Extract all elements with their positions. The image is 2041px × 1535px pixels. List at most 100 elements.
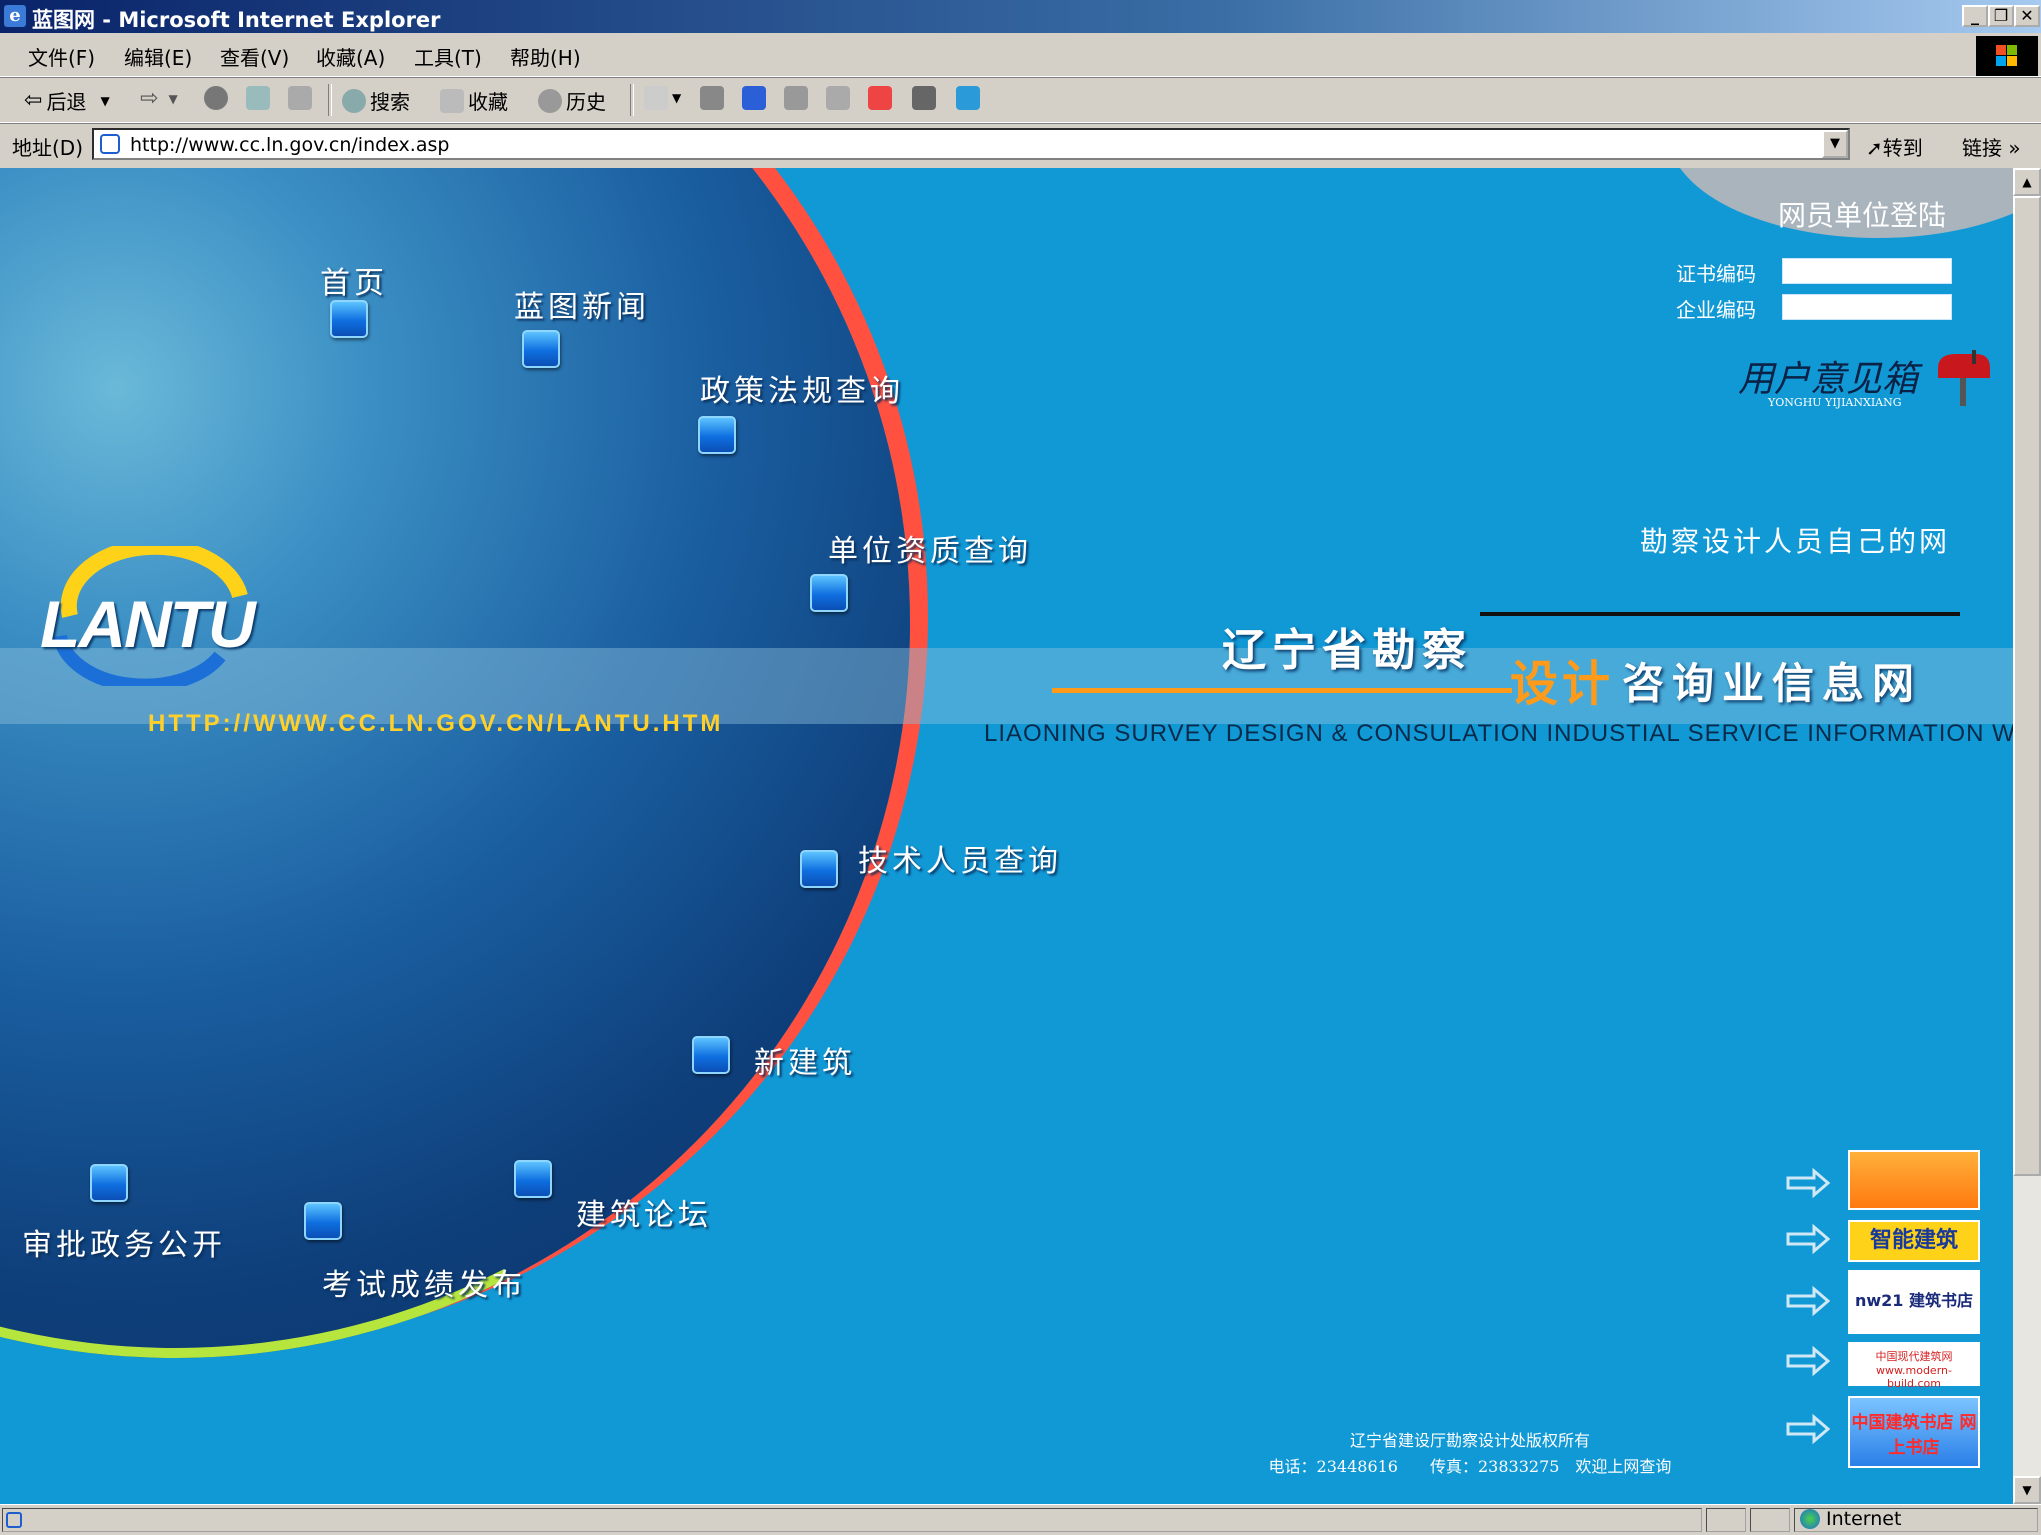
arrow-right-icon — [1786, 1168, 1830, 1198]
page-done-icon — [6, 1512, 22, 1528]
arrow-right-icon — [1786, 1346, 1830, 1376]
research-button[interactable] — [912, 86, 936, 110]
partner-link-1[interactable] — [1848, 1150, 1980, 1210]
mail-button[interactable]: ▼ — [644, 86, 681, 110]
copyright-line: 辽宁省建设厅勘察设计处版权所有 — [1349, 1431, 1590, 1450]
site-title-english: LIAONING SURVEY DESIGN & CONSULATION IND… — [984, 720, 2013, 747]
corp-code-input[interactable] — [1782, 294, 1952, 320]
nav-approval-button[interactable] — [90, 1164, 128, 1202]
print-button[interactable] — [700, 86, 724, 110]
nav-forum-label[interactable]: 建筑论坛 — [576, 1190, 712, 1234]
nav-forum-button[interactable] — [514, 1160, 552, 1198]
menu-edit[interactable]: 编辑(E) — [124, 42, 192, 71]
scrollbar-thumb[interactable] — [2013, 196, 2041, 1176]
refresh-button[interactable] — [246, 86, 270, 110]
login-title: 网员单位登陆 — [1778, 199, 1947, 232]
goto-arrow-icon: ➚ — [1866, 136, 1883, 160]
nav-approval-label[interactable]: 审批政务公开 — [22, 1220, 226, 1264]
nav-news-label[interactable]: 蓝图新闻 — [514, 282, 650, 326]
suggestion-box-link[interactable]: 用户意见箱 — [1738, 350, 1918, 402]
menu-bar: 文件(F) 编辑(E) 查看(V) 收藏(A) 工具(T) 帮助(H) — [0, 34, 2041, 77]
nav-new-building-button[interactable] — [692, 1036, 730, 1074]
site-title-part2: 设计 — [1510, 656, 1615, 712]
links-button[interactable]: 链接 » — [1962, 132, 2021, 161]
nav-new-building-label[interactable]: 新建筑 — [754, 1038, 856, 1082]
restore-button[interactable]: ❐ — [1988, 5, 2014, 27]
home-icon — [288, 86, 312, 110]
goto-label: 转到 — [1882, 136, 1923, 160]
title-line-orange — [1052, 688, 1512, 693]
nav-technician-label[interactable]: 技术人员查询 — [858, 836, 1062, 880]
chevron-right-icon: » — [2002, 136, 2021, 160]
address-bar: 地址(D) — [0, 124, 2041, 166]
nav-news-button[interactable] — [522, 330, 560, 368]
media-button[interactable] — [956, 86, 980, 110]
scroll-down-button[interactable]: ▼ — [2013, 1476, 2041, 1504]
discuss-button[interactable] — [784, 86, 808, 110]
menu-help[interactable]: 帮助(H) — [510, 42, 581, 71]
history-label: 历史 — [566, 90, 606, 114]
globe-graphic — [0, 168, 910, 1358]
menu-tools[interactable]: 工具(T) — [414, 42, 482, 71]
nav-home-label[interactable]: 首页 — [320, 258, 388, 302]
chevron-down-icon: ▼ — [672, 91, 682, 105]
goto-button[interactable]: ➚转到 — [1866, 132, 1923, 161]
close-button[interactable]: ✕ — [2014, 5, 2040, 27]
menu-favorites[interactable]: 收藏(A) — [316, 42, 385, 71]
nav-qualification-button[interactable] — [810, 574, 848, 612]
mailbox-icon[interactable] — [1932, 348, 1992, 408]
cert-code-input[interactable] — [1782, 258, 1952, 284]
nav-policy-label[interactable]: 政策法规查询 — [700, 366, 904, 410]
page-icon — [100, 134, 120, 154]
stop-icon — [204, 86, 228, 110]
cert-code-label: 证书编码 — [1676, 262, 1756, 286]
minimize-button[interactable]: _ — [1962, 5, 1988, 27]
nav-policy-button[interactable] — [698, 416, 736, 454]
window-title: 蓝图网 - Microsoft Internet Explorer — [32, 8, 441, 32]
home-button[interactable] — [288, 86, 312, 110]
site-url-link[interactable]: HTTP://WWW.CC.LN.GOV.CN/LANTU.HTM — [148, 710, 723, 738]
history-icon — [538, 88, 562, 113]
forward-button[interactable]: ⇨ ▼ — [140, 86, 178, 111]
nav-qualification-label[interactable]: 单位资质查询 — [828, 526, 1032, 570]
address-dropdown-button[interactable]: ▼ — [1822, 130, 1848, 158]
history-button[interactable]: 历史 — [538, 86, 606, 115]
back-arrow-icon: ⇦ — [24, 88, 43, 113]
back-label: 后退 — [46, 90, 87, 114]
nav-exam-label[interactable]: 考试成绩发布 — [322, 1260, 526, 1304]
partner-link-nw21[interactable]: nw21 建筑书店 — [1848, 1270, 1980, 1334]
menu-view[interactable]: 查看(V) — [220, 42, 289, 71]
chevron-down-icon: ▼ — [100, 93, 110, 108]
scroll-up-button[interactable]: ▲ — [2013, 168, 2041, 196]
menu-file[interactable]: 文件(F) — [28, 42, 95, 71]
cyo-button[interactable] — [868, 86, 892, 110]
stop-button[interactable] — [204, 86, 228, 110]
nav-home-button[interactable] — [330, 300, 368, 338]
chevron-up-icon: ▲ — [2022, 175, 2032, 189]
favorites-icon — [440, 88, 464, 113]
partner-link-intelligent-building[interactable]: 智能建筑 — [1848, 1220, 1980, 1262]
nav-technician-button[interactable] — [800, 850, 838, 888]
back-button[interactable]: ⇦ 后退 ▼ — [24, 86, 110, 115]
copyright-block: 辽宁省建设厅勘察设计处版权所有 电话：23448616 传真：23833275 … — [1170, 1428, 1770, 1480]
edit-icon — [742, 86, 766, 110]
contact-line: 电话：23448616 传真：23833275 欢迎上网查询 — [1268, 1457, 1672, 1476]
research-icon — [912, 86, 936, 110]
messenger-icon — [826, 86, 850, 110]
edit-button[interactable] — [742, 86, 766, 110]
mail-icon — [644, 86, 668, 110]
messenger-button[interactable] — [826, 86, 850, 110]
address-label: 地址(D) — [12, 136, 84, 160]
links-label: 链接 — [1962, 136, 2002, 160]
search-button[interactable]: 搜索 — [342, 86, 410, 115]
partner-link-modern-build[interactable]: 中国现代建筑网 www.modern-build.com — [1848, 1342, 1980, 1390]
standard-toolbar: ⇦ 后退 ▼ ⇨ ▼ 搜索 收藏 历史 ▼ — [0, 78, 2041, 123]
status-cell — [1706, 1508, 1746, 1532]
favorites-button[interactable]: 收藏 — [440, 86, 508, 115]
nav-exam-button[interactable] — [304, 1202, 342, 1240]
address-field[interactable] — [92, 128, 1850, 160]
address-input[interactable] — [128, 132, 1812, 158]
search-label: 搜索 — [370, 90, 410, 114]
partner-link-bookstore[interactable]: 中国建筑书店 网上书店 — [1848, 1396, 1980, 1468]
arrow-right-icon — [1786, 1224, 1830, 1254]
